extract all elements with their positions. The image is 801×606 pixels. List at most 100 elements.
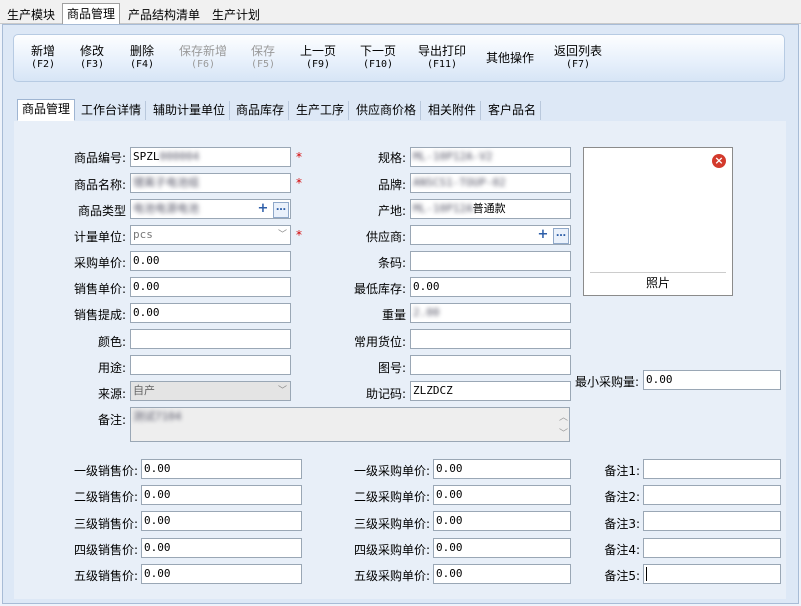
chevron-down-icon: ﹀ bbox=[277, 386, 287, 396]
required-mark: * bbox=[296, 150, 302, 164]
save-and-add-button[interactable]: 保存新增 (F6) bbox=[179, 45, 227, 71]
close-icon[interactable]: × bbox=[712, 154, 726, 168]
top-tab-production[interactable]: 生产模块 bbox=[2, 4, 60, 24]
min-purchase-label: 最小采购量: bbox=[574, 375, 639, 389]
prev-page-button[interactable]: 上一页 (F9) bbox=[300, 45, 336, 71]
top-tab-goods[interactable]: 商品管理 bbox=[62, 3, 121, 25]
edit-label: 修改 bbox=[79, 44, 104, 58]
photo-box[interactable]: × 照片 bbox=[583, 147, 733, 296]
remark-2-field[interactable] bbox=[643, 485, 781, 505]
sale-level-3-field[interactable]: 0.00 bbox=[141, 511, 302, 531]
mnemonic-field[interactable]: ZLZDCZ bbox=[410, 381, 571, 401]
export-print-label: 导出打印 bbox=[417, 44, 467, 58]
commission-field[interactable]: 0.00 bbox=[130, 303, 291, 323]
purchase-price-label: 采购单价: bbox=[73, 256, 126, 270]
save-button[interactable]: 保存 (F5) bbox=[251, 45, 275, 71]
brand-field[interactable]: ANSCS1-TOUP-02 bbox=[410, 173, 571, 193]
next-page-button[interactable]: 下一页 (F10) bbox=[360, 45, 396, 71]
prev-page-label: 上一页 bbox=[299, 44, 337, 58]
photo-caption: 照片 bbox=[645, 276, 670, 290]
origin-field[interactable]: ML-10P12A普通款 bbox=[410, 199, 571, 219]
tab-inventory[interactable]: 商品库存 bbox=[232, 101, 290, 120]
weight-value: 2.00 bbox=[413, 306, 440, 319]
add-type-icon[interactable]: + bbox=[256, 202, 270, 216]
purchase-level-3-field[interactable]: 0.00 bbox=[433, 511, 571, 531]
add-button[interactable]: 新增 (F2) bbox=[31, 45, 55, 71]
browse-type-icon[interactable]: … bbox=[273, 202, 289, 218]
sale-level-1-field[interactable]: 0.00 bbox=[141, 459, 302, 479]
weight-field[interactable]: 2.00 bbox=[410, 303, 571, 323]
remark-1-field[interactable] bbox=[643, 459, 781, 479]
tab-process[interactable]: 生产工序 bbox=[292, 101, 350, 120]
browse-supplier-icon[interactable]: … bbox=[553, 228, 569, 244]
top-tab-bom[interactable]: 产品结构清单 bbox=[123, 4, 205, 24]
add-key: (F2) bbox=[30, 59, 56, 70]
tab-attachments[interactable]: 相关附件 bbox=[424, 101, 482, 120]
purchase-level-4-field[interactable]: 0.00 bbox=[433, 538, 571, 558]
barcode-label: 条码: bbox=[377, 256, 406, 270]
prev-page-key: (F9) bbox=[305, 59, 331, 70]
origin-label: 产地: bbox=[377, 204, 406, 218]
back-to-list-button[interactable]: 返回列表 (F7) bbox=[554, 45, 602, 71]
sale-level-4-label: 四级销售价: bbox=[73, 543, 138, 557]
spec-label: 规格: bbox=[377, 151, 406, 165]
save-and-add-key: (F6) bbox=[190, 59, 216, 70]
min-stock-field[interactable]: 0.00 bbox=[410, 277, 571, 297]
remark-textarea[interactable]: 测试7104 bbox=[130, 407, 570, 442]
tab-goods-management[interactable]: 商品管理 bbox=[17, 99, 76, 121]
add-supplier-icon[interactable]: + bbox=[536, 228, 550, 242]
brand-label: 品牌: bbox=[377, 178, 406, 192]
edit-button[interactable]: 修改 (F3) bbox=[80, 45, 104, 71]
unit-select[interactable]: pcs ﹀ bbox=[130, 225, 291, 245]
export-print-key: (F11) bbox=[426, 59, 458, 70]
min-purchase-field[interactable]: 0.00 bbox=[643, 370, 781, 390]
sale-price-field[interactable]: 0.00 bbox=[130, 277, 291, 297]
toolbar: 新增 (F2) 修改 (F3) 删除 (F4) 保存新增 (F6) 保存 (F5) 上一页… bbox=[13, 34, 785, 82]
sale-level-2-field[interactable]: 0.00 bbox=[141, 485, 302, 505]
mnemonic-label: 助记码: bbox=[365, 387, 406, 401]
remark-5-label: 备注5: bbox=[604, 569, 640, 583]
source-select[interactable]: 自产 ﹀ bbox=[130, 381, 291, 401]
barcode-field[interactable] bbox=[410, 251, 571, 271]
tab-customer-name[interactable]: 客户品名 bbox=[484, 101, 542, 120]
save-and-add-label: 保存新增 bbox=[178, 44, 228, 58]
next-page-label: 下一页 bbox=[359, 44, 397, 58]
code-field[interactable]: SPZL000004 bbox=[130, 147, 291, 167]
sale-level-4-field[interactable]: 0.00 bbox=[141, 538, 302, 558]
spec-field[interactable]: ML-10P12A-V2 bbox=[410, 147, 571, 167]
remark-2-label: 备注2: bbox=[604, 490, 640, 504]
purchase-level-1-label: 一级采购单价: bbox=[353, 464, 430, 478]
tab-supplier-price[interactable]: 供应商价格 bbox=[352, 101, 422, 120]
save-key: (F5) bbox=[250, 59, 276, 70]
color-field[interactable] bbox=[130, 329, 291, 349]
sale-level-5-field[interactable]: 0.00 bbox=[141, 564, 302, 584]
top-tab-plan[interactable]: 生产计划 bbox=[207, 4, 265, 24]
min-stock-label: 最低库存: bbox=[353, 282, 406, 296]
usage-field[interactable] bbox=[130, 355, 291, 375]
delete-key: (F4) bbox=[129, 59, 155, 70]
name-label: 商品名称: bbox=[73, 178, 126, 192]
tab-workbench-detail[interactable]: 工作台详情 bbox=[77, 101, 147, 120]
save-label: 保存 bbox=[250, 44, 275, 58]
sub-tab-bar: 商品管理 工作台详情 辅助计量单位 商品库存 生产工序 供应商价格 相关附件 客… bbox=[14, 99, 786, 122]
unit-value: pcs bbox=[133, 228, 153, 241]
export-print-button[interactable]: 导出打印 (F11) bbox=[418, 45, 466, 71]
purchase-level-2-field[interactable]: 0.00 bbox=[433, 485, 571, 505]
remark-3-field[interactable] bbox=[643, 511, 781, 531]
purchase-price-field[interactable]: 0.00 bbox=[130, 251, 291, 271]
tab-aux-units[interactable]: 辅助计量单位 bbox=[149, 101, 231, 120]
purchase-level-1-field[interactable]: 0.00 bbox=[433, 459, 571, 479]
textarea-scroll-icon[interactable]: ︿ ﹀ bbox=[559, 410, 568, 442]
unit-label: 计量单位: bbox=[73, 230, 126, 244]
remark-5-field[interactable] bbox=[643, 564, 781, 584]
type-label: 商品类型 bbox=[77, 204, 126, 218]
purchase-level-5-field[interactable]: 0.00 bbox=[433, 564, 571, 584]
name-field[interactable]: 锂离子电池组 bbox=[130, 173, 291, 193]
location-field[interactable] bbox=[410, 329, 571, 349]
drawing-field[interactable] bbox=[410, 355, 571, 375]
other-actions-button[interactable]: 其他操作 bbox=[486, 52, 534, 65]
remark-4-field[interactable] bbox=[643, 538, 781, 558]
color-label: 颜色: bbox=[97, 335, 126, 349]
delete-button[interactable]: 删除 (F4) bbox=[130, 45, 154, 71]
drawing-label: 图号: bbox=[377, 361, 406, 375]
